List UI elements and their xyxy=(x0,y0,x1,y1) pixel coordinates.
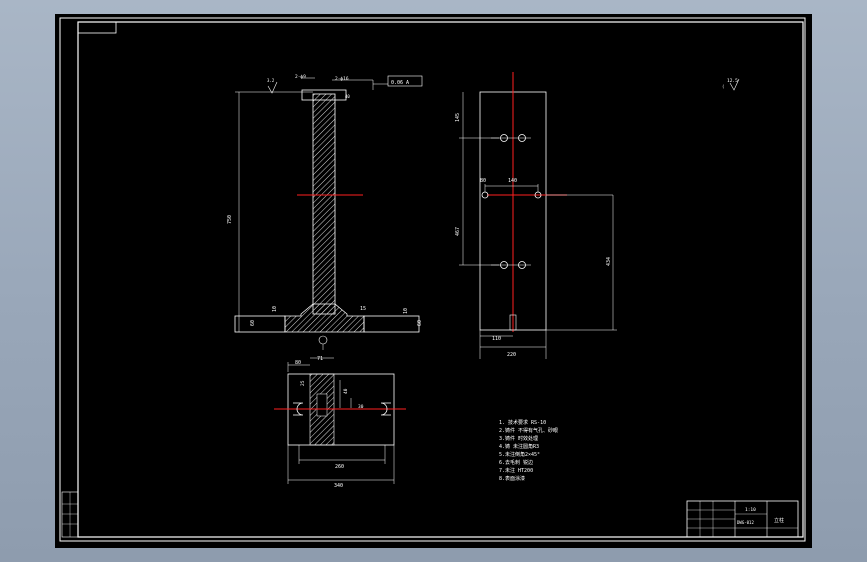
dim-top-small: 40 xyxy=(345,94,350,99)
dim-base-right: 10 xyxy=(403,308,409,314)
dim-base-mid-right: 15 xyxy=(360,306,366,312)
title-name: 立柱 xyxy=(774,517,784,524)
base-right xyxy=(363,315,420,333)
dim-plan-outer-width: 340 xyxy=(334,483,343,489)
note-3: 3.铸件 时效处理 xyxy=(499,435,538,442)
cad-viewport: 750 60 10 15 10 60 2-ф9 2-ф16 40 0.06 A … xyxy=(0,0,867,562)
general-roughness: ( 12.5 xyxy=(722,78,740,91)
dim-plan-inner-width: 260 xyxy=(335,464,344,470)
note-8: 8.表面涂漆 xyxy=(499,475,525,482)
dim-hole-spacing: 467 xyxy=(455,227,461,236)
dim-base-left: 60 xyxy=(250,320,256,326)
svg-text:(: ( xyxy=(722,84,724,89)
dim-bottom-small: 110 xyxy=(492,336,501,342)
tolerance-text: 0.06 A xyxy=(391,80,409,86)
front-view[interactable]: 750 60 10 15 10 60 2-ф9 2-ф16 40 0.06 A … xyxy=(227,74,423,350)
drawing-sheet[interactable]: 750 60 10 15 10 60 2-ф9 2-ф16 40 0.06 A … xyxy=(55,14,812,548)
side-view[interactable]: 145 467 80 140 434 110 220 xyxy=(455,72,617,359)
roughness-value: 3.2 xyxy=(267,78,275,83)
note-7: 7.未注 HT200 xyxy=(499,467,533,474)
column-section xyxy=(312,93,336,315)
dim-slot-width: 140 xyxy=(508,178,517,184)
roughness-symbol xyxy=(267,81,278,94)
corner-box xyxy=(77,21,117,34)
mounting-holes xyxy=(481,134,542,269)
datum-circle xyxy=(318,335,328,345)
dim-base-mid-left: 10 xyxy=(272,306,278,312)
base-left xyxy=(234,315,286,333)
dim-base-far-right: 60 xyxy=(417,320,423,326)
base-section xyxy=(284,303,365,333)
drawing-canvas: 750 60 10 15 10 60 2-ф9 2-ф16 40 0.06 A … xyxy=(59,17,806,542)
roughness-note-value: 12.5 xyxy=(727,78,738,84)
side-strip xyxy=(61,491,79,538)
dim-height: 750 xyxy=(227,215,233,224)
dim-plan-mid: 40 xyxy=(343,388,349,394)
note-4: 4.铸 未注圆角R3 xyxy=(499,443,539,450)
title-scale: 1:10 xyxy=(745,507,756,513)
note-6: 6.去毛刺 锐边 xyxy=(499,459,533,466)
plan-core xyxy=(316,393,328,417)
note-5: 5.未注倒角2×45° xyxy=(499,451,540,458)
dim-top-offset: 145 xyxy=(455,113,461,122)
callout-holes-2: 2-ф16 xyxy=(335,76,349,82)
title-code: DWG-012 xyxy=(737,520,754,525)
dim-slot-left: 80 xyxy=(480,178,486,184)
dim-plan-left: 25 xyxy=(300,380,306,386)
note-2: 2.铸件 不得有气孔、砂眼 xyxy=(499,427,558,434)
technical-notes: 1. 技术要求 RS-10 2.铸件 不得有气孔、砂眼 3.铸件 时效处理 4.… xyxy=(499,419,558,482)
title-block[interactable]: 1:10 立柱 DWG-012 xyxy=(686,500,799,538)
callout-holes-1: 2-ф9 xyxy=(295,74,306,80)
dim-plan-top-left: 80 xyxy=(295,360,301,366)
dim-plan-right: 30 xyxy=(358,404,364,410)
outer-border xyxy=(59,17,806,542)
dim-plan-top-right: 71 xyxy=(317,356,323,362)
dim-bottom-width: 220 xyxy=(507,352,516,358)
bottom-view[interactable]: 80 71 25 40 30 260 340 xyxy=(274,356,406,489)
inner-border xyxy=(77,21,804,538)
note-1: 1. 技术要求 RS-10 xyxy=(499,419,546,426)
dim-right-height: 434 xyxy=(606,257,612,266)
